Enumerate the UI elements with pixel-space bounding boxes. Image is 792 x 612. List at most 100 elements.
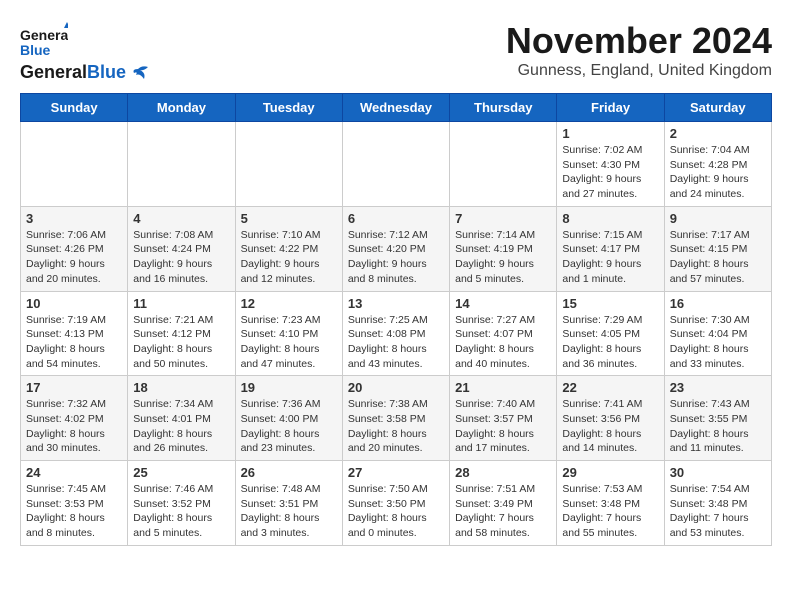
- day-number: 5: [241, 211, 337, 226]
- day-info: Sunrise: 7:14 AM Sunset: 4:19 PM Dayligh…: [455, 228, 551, 287]
- calendar-cell: 3 Sunrise: 7:06 AM Sunset: 4:26 PM Daylig…: [21, 206, 128, 291]
- day-info: Sunrise: 7:45 AM Sunset: 3:53 PM Dayligh…: [26, 482, 122, 541]
- day-info: Sunrise: 7:30 AM Sunset: 4:04 PM Dayligh…: [670, 313, 766, 372]
- calendar-cell: 29Sunrise: 7:53 AM Sunset: 3:48 PM Dayli…: [557, 461, 664, 546]
- day-info: Sunrise: 7:17 AM Sunset: 4:15 PM Dayligh…: [670, 228, 766, 287]
- calendar-cell: 23 Sunrise: 7:43 AM Sunset: 3:55 PM Dayli…: [664, 376, 771, 461]
- calendar-cell: 4Sunrise: 7:08 AM Sunset: 4:24 PM Daylig…: [128, 206, 235, 291]
- day-info: Sunrise: 7:29 AM Sunset: 4:05 PM Dayligh…: [562, 313, 658, 372]
- day-header-wednesday: Wednesday: [342, 94, 449, 122]
- day-number: 6: [348, 211, 444, 226]
- day-number: 18: [133, 380, 229, 395]
- day-info: Sunrise: 7:06 AM Sunset: 4:26 PM Dayligh…: [26, 228, 122, 287]
- day-info: Sunrise: 7:32 AM Sunset: 4:02 PM Dayligh…: [26, 397, 122, 456]
- day-info: Sunrise: 7:48 AM Sunset: 3:51 PM Dayligh…: [241, 482, 337, 541]
- day-number: 28: [455, 465, 551, 480]
- calendar-cell: 14 Sunrise: 7:27 AM Sunset: 4:07 PM Dayli…: [450, 291, 557, 376]
- day-number: 19: [241, 380, 337, 395]
- day-number: 30: [670, 465, 766, 480]
- day-info: Sunrise: 7:27 AM Sunset: 4:07 PM Dayligh…: [455, 313, 551, 372]
- day-number: 12: [241, 296, 337, 311]
- week-row-5: 24 Sunrise: 7:45 AM Sunset: 3:53 PM Dayli…: [21, 461, 772, 546]
- logo-icon: General Blue: [20, 20, 68, 62]
- calendar-cell: 15 Sunrise: 7:29 AM Sunset: 4:05 PM Dayli…: [557, 291, 664, 376]
- day-info: Sunrise: 7:54 AM Sunset: 3:48 PM Dayligh…: [670, 482, 766, 541]
- logo-bird-icon: [128, 65, 148, 81]
- day-number: 21: [455, 380, 551, 395]
- day-info: Sunrise: 7:38 AM Sunset: 3:58 PM Dayligh…: [348, 397, 444, 456]
- week-row-2: 3 Sunrise: 7:06 AM Sunset: 4:26 PM Daylig…: [21, 206, 772, 291]
- day-number: 2: [670, 126, 766, 141]
- calendar-table: SundayMondayTuesdayWednesdayThursdayFrid…: [20, 93, 772, 546]
- day-number: 14: [455, 296, 551, 311]
- day-number: 15: [562, 296, 658, 311]
- svg-text:General: General: [20, 27, 68, 43]
- day-number: 22: [562, 380, 658, 395]
- logo: General Blue General Blue: [20, 20, 148, 83]
- month-title: November 2024: [506, 20, 772, 62]
- day-info: Sunrise: 7:46 AM Sunset: 3:52 PM Dayligh…: [133, 482, 229, 541]
- calendar-cell: 16Sunrise: 7:30 AM Sunset: 4:04 PM Dayli…: [664, 291, 771, 376]
- day-number: 8: [562, 211, 658, 226]
- week-row-3: 10Sunrise: 7:19 AM Sunset: 4:13 PM Dayli…: [21, 291, 772, 376]
- calendar-cell: 30 Sunrise: 7:54 AM Sunset: 3:48 PM Dayli…: [664, 461, 771, 546]
- calendar-cell: 13Sunrise: 7:25 AM Sunset: 4:08 PM Dayli…: [342, 291, 449, 376]
- calendar-cell: 12 Sunrise: 7:23 AM Sunset: 4:10 PM Dayli…: [235, 291, 342, 376]
- title-section: November 2024 Gunness, England, United K…: [506, 20, 772, 80]
- calendar-body: 1 Sunrise: 7:02 AM Sunset: 4:30 PM Daylig…: [21, 122, 772, 546]
- day-number: 20: [348, 380, 444, 395]
- day-info: Sunrise: 7:23 AM Sunset: 4:10 PM Dayligh…: [241, 313, 337, 372]
- day-number: 26: [241, 465, 337, 480]
- calendar-cell: 21Sunrise: 7:40 AM Sunset: 3:57 PM Dayli…: [450, 376, 557, 461]
- day-info: Sunrise: 7:34 AM Sunset: 4:01 PM Dayligh…: [133, 397, 229, 456]
- day-info: Sunrise: 7:53 AM Sunset: 3:48 PM Dayligh…: [562, 482, 658, 541]
- day-header-monday: Monday: [128, 94, 235, 122]
- calendar-cell: [128, 122, 235, 207]
- day-info: Sunrise: 7:43 AM Sunset: 3:55 PM Dayligh…: [670, 397, 766, 456]
- day-number: 23: [670, 380, 766, 395]
- week-row-1: 1 Sunrise: 7:02 AM Sunset: 4:30 PM Daylig…: [21, 122, 772, 207]
- day-number: 25: [133, 465, 229, 480]
- calendar-cell: [21, 122, 128, 207]
- day-number: 3: [26, 211, 122, 226]
- day-number: 9: [670, 211, 766, 226]
- day-number: 7: [455, 211, 551, 226]
- day-info: Sunrise: 7:21 AM Sunset: 4:12 PM Dayligh…: [133, 313, 229, 372]
- day-info: Sunrise: 7:50 AM Sunset: 3:50 PM Dayligh…: [348, 482, 444, 541]
- day-number: 17: [26, 380, 122, 395]
- day-number: 27: [348, 465, 444, 480]
- calendar-cell: [450, 122, 557, 207]
- calendar-cell: 18 Sunrise: 7:34 AM Sunset: 4:01 PM Dayli…: [128, 376, 235, 461]
- day-number: 1: [562, 126, 658, 141]
- day-header-friday: Friday: [557, 94, 664, 122]
- logo-general: General: [20, 62, 87, 83]
- header: General Blue General Blue November 2024 …: [20, 20, 772, 83]
- calendar-cell: 20 Sunrise: 7:38 AM Sunset: 3:58 PM Dayli…: [342, 376, 449, 461]
- day-info: Sunrise: 7:19 AM Sunset: 4:13 PM Dayligh…: [26, 313, 122, 372]
- day-number: 11: [133, 296, 229, 311]
- logo-blue: Blue: [87, 62, 126, 83]
- week-row-4: 17 Sunrise: 7:32 AM Sunset: 4:02 PM Dayli…: [21, 376, 772, 461]
- calendar-cell: 17 Sunrise: 7:32 AM Sunset: 4:02 PM Dayli…: [21, 376, 128, 461]
- calendar-cell: 7 Sunrise: 7:14 AM Sunset: 4:19 PM Daylig…: [450, 206, 557, 291]
- day-number: 4: [133, 211, 229, 226]
- calendar-cell: 11 Sunrise: 7:21 AM Sunset: 4:12 PM Dayli…: [128, 291, 235, 376]
- svg-text:Blue: Blue: [20, 42, 51, 58]
- calendar-cell: 8 Sunrise: 7:15 AM Sunset: 4:17 PM Daylig…: [557, 206, 664, 291]
- calendar-cell: 25 Sunrise: 7:46 AM Sunset: 3:52 PM Dayli…: [128, 461, 235, 546]
- calendar-cell: 27 Sunrise: 7:50 AM Sunset: 3:50 PM Dayli…: [342, 461, 449, 546]
- day-header-sunday: Sunday: [21, 94, 128, 122]
- calendar-cell: 22Sunrise: 7:41 AM Sunset: 3:56 PM Dayli…: [557, 376, 664, 461]
- day-info: Sunrise: 7:10 AM Sunset: 4:22 PM Dayligh…: [241, 228, 337, 287]
- day-info: Sunrise: 7:02 AM Sunset: 4:30 PM Dayligh…: [562, 143, 658, 202]
- calendar-cell: 5 Sunrise: 7:10 AM Sunset: 4:22 PM Daylig…: [235, 206, 342, 291]
- day-info: Sunrise: 7:15 AM Sunset: 4:17 PM Dayligh…: [562, 228, 658, 287]
- day-number: 13: [348, 296, 444, 311]
- calendar-header: SundayMondayTuesdayWednesdayThursdayFrid…: [21, 94, 772, 122]
- calendar-cell: 19Sunrise: 7:36 AM Sunset: 4:00 PM Dayli…: [235, 376, 342, 461]
- location-title: Gunness, England, United Kingdom: [506, 62, 772, 80]
- day-number: 24: [26, 465, 122, 480]
- calendar-cell: 1 Sunrise: 7:02 AM Sunset: 4:30 PM Daylig…: [557, 122, 664, 207]
- calendar-cell: 2Sunrise: 7:04 AM Sunset: 4:28 PM Daylig…: [664, 122, 771, 207]
- day-info: Sunrise: 7:51 AM Sunset: 3:49 PM Dayligh…: [455, 482, 551, 541]
